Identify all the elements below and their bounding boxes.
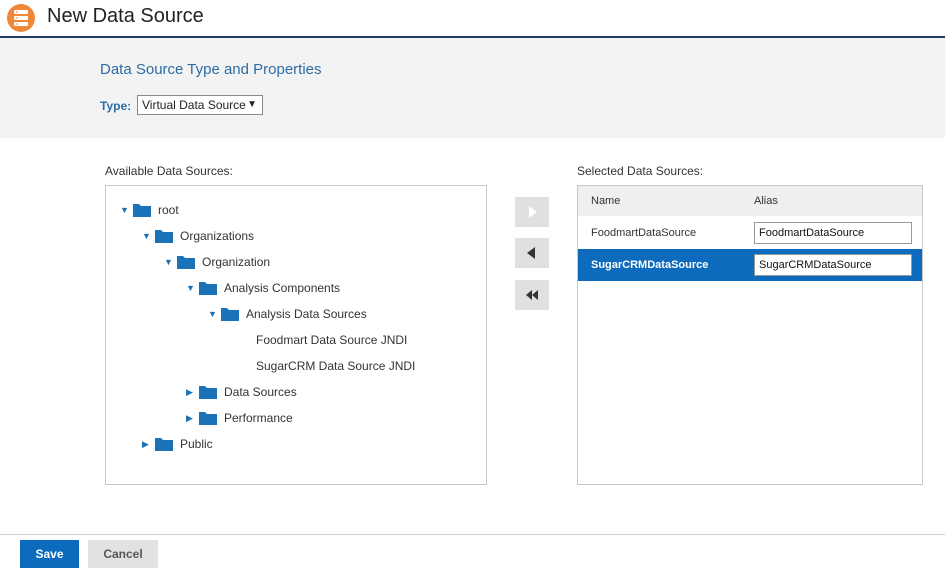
tree-item-label: root [158, 203, 179, 217]
folder-icon [199, 386, 217, 399]
caret-right-icon[interactable]: ▶ [142, 434, 152, 454]
table-row[interactable]: FoodmartDataSource [578, 217, 922, 249]
caret-down-icon[interactable]: ▼ [208, 304, 218, 324]
arrow-right-icon [529, 206, 537, 218]
arrow-left-icon [527, 247, 535, 259]
tree-item-label: Performance [224, 411, 293, 425]
cancel-button[interactable]: Cancel [88, 540, 158, 568]
folder-icon [221, 308, 239, 321]
alias-input[interactable] [754, 254, 912, 276]
folder-icon [155, 230, 173, 243]
database-icon [7, 4, 35, 32]
row-name: SugarCRMDataSource [591, 259, 709, 271]
tree-item-label: Organization [202, 255, 271, 269]
properties-panel: Data Source Type and Properties Type: Vi… [0, 38, 945, 138]
selected-table: Name Alias FoodmartDataSource SugarCRMDa… [577, 185, 923, 485]
section-heading: Data Source Type and Properties [100, 61, 322, 78]
type-label: Type: [100, 99, 132, 113]
table-header: Name Alias [578, 186, 922, 216]
row-name: FoodmartDataSource [591, 227, 697, 239]
tree-item-label: Public [180, 437, 213, 451]
alias-input[interactable] [754, 222, 912, 244]
folder-icon [199, 282, 217, 295]
table-row[interactable]: SugarCRMDataSource [578, 249, 922, 281]
tree-item-label: Foodmart Data Source JNDI [256, 333, 408, 347]
column-header-name: Name [591, 195, 621, 207]
caret-down-icon[interactable]: ▼ [186, 278, 196, 298]
caret-down-icon[interactable]: ▼ [120, 200, 130, 220]
double-arrow-left-icon [526, 290, 538, 300]
caret-down-icon[interactable]: ▼ [164, 252, 174, 272]
caret-right-icon[interactable]: ▶ [186, 382, 196, 402]
remove-button[interactable] [515, 238, 549, 268]
dialog-footer: Save Cancel [0, 534, 945, 569]
caret-right-icon[interactable]: ▶ [186, 408, 196, 428]
folder-icon [155, 438, 173, 451]
column-header-alias: Alias [754, 195, 778, 207]
tree-item-label: Analysis Components [224, 281, 341, 295]
type-select[interactable]: Virtual Data Source ▼ [137, 95, 263, 115]
available-label: Available Data Sources: [105, 164, 233, 178]
dialog-header: New Data Source [0, 0, 945, 38]
folder-icon [177, 256, 195, 269]
caret-down-icon: ▼ [247, 99, 257, 110]
available-tree[interactable]: ▼ root ▼ Organizations ▼ Organization ▼ Analysi… [105, 185, 487, 485]
type-select-value: Virtual Data Source [142, 98, 246, 112]
selected-label: Selected Data Sources: [577, 164, 704, 178]
page-title: New Data Source [47, 5, 204, 27]
tree-item-label: Data Sources [224, 385, 297, 399]
folder-icon [133, 204, 151, 217]
remove-all-button[interactable] [515, 280, 549, 310]
tree-item-label: Organizations [180, 229, 255, 243]
caret-down-icon[interactable]: ▼ [142, 226, 152, 246]
save-button[interactable]: Save [20, 540, 79, 568]
add-button[interactable] [515, 197, 549, 227]
tree-item-label: SugarCRM Data Source JNDI [256, 359, 416, 373]
tree-item-label: Analysis Data Sources [246, 307, 367, 321]
folder-icon [199, 412, 217, 425]
